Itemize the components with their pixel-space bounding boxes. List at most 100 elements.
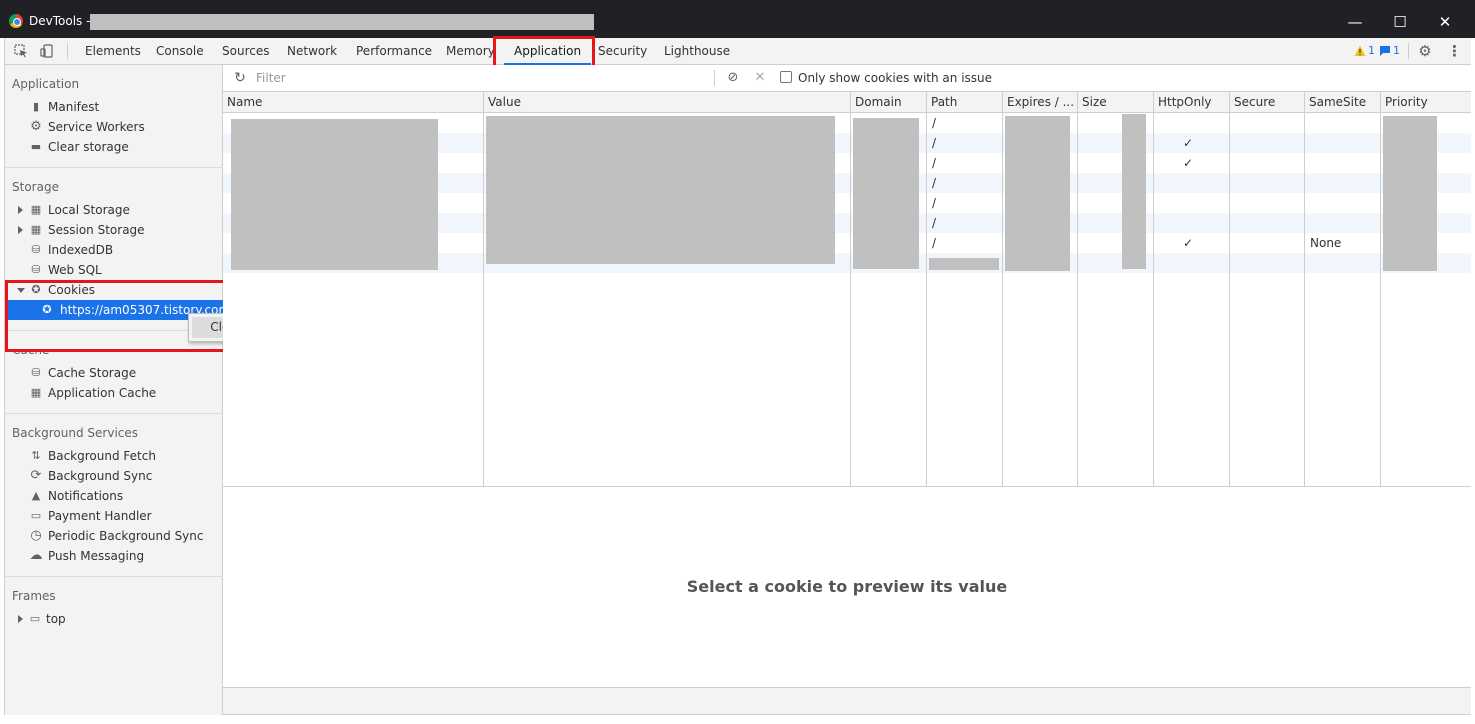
tab-lighthouse[interactable]: Lighthouse: [654, 38, 740, 65]
sidebar-item-web-sql[interactable]: ⛁ Web SQL: [5, 260, 223, 280]
window-title: DevTools -: [29, 14, 91, 28]
column-header-domain[interactable]: Domain: [851, 92, 927, 113]
column-header-secure[interactable]: Secure: [1230, 92, 1305, 113]
expand-arrow-icon[interactable]: [18, 615, 23, 623]
sidebar-item-cookies[interactable]: ✪ Cookies: [5, 280, 223, 300]
grid-icon: ▦: [30, 203, 42, 216]
cell-samesite: [1305, 193, 1310, 213]
sidebar-item-background-fetch[interactable]: ⇅ Background Fetch: [5, 446, 223, 466]
column-header-path[interactable]: Path: [927, 92, 1003, 113]
cell-samesite: None: [1310, 236, 1342, 250]
tab-security[interactable]: Security: [588, 38, 657, 65]
section-storage: Storage: [12, 180, 59, 194]
grid-icon: ▦: [30, 223, 42, 236]
column-divider: [1002, 113, 1003, 486]
grid-icon: ▦: [30, 386, 42, 399]
sidebar-item-notifications[interactable]: ▲ Notifications: [5, 486, 223, 506]
only-issues-checkbox[interactable]: [780, 71, 792, 83]
sidebar-item-session-storage[interactable]: ▦ Session Storage: [5, 220, 223, 240]
tab-sources[interactable]: Sources: [212, 38, 279, 65]
cell-path: /: [932, 176, 937, 190]
cell-httponly: ✓: [1183, 136, 1194, 150]
trash-icon: ▬: [30, 140, 42, 153]
clock-icon: ◷: [30, 528, 42, 543]
maximize-button[interactable]: ☐: [1377, 8, 1423, 36]
sidebar: Application ▮ Manifest ⚙ Service Workers…: [5, 65, 230, 715]
document-icon: ▮: [32, 100, 40, 113]
tab-memory[interactable]: Memory: [436, 38, 505, 65]
filter-separator: [714, 70, 715, 86]
sidebar-item-application-cache[interactable]: ▦ Application Cache: [5, 383, 223, 403]
redacted-name-column: [231, 119, 438, 270]
column-header-samesite[interactable]: SameSite: [1305, 92, 1381, 113]
cell-samesite: [1305, 213, 1310, 233]
column-header-expires[interactable]: Expires / ...: [1003, 92, 1078, 113]
database-icon: ⛁: [31, 243, 41, 256]
section-frames: Frames: [12, 589, 56, 603]
sidebar-item-clear-storage[interactable]: ▬ Clear storage: [5, 137, 223, 157]
toolbar-separator-right: [1408, 43, 1409, 59]
up-down-arrows-icon: ⇅: [31, 449, 41, 462]
sync-icon: ⟳: [30, 468, 42, 483]
redacted-domain-column: [853, 118, 919, 269]
sidebar-item-indexeddb[interactable]: ⛁ IndexedDB: [5, 240, 223, 260]
expand-arrow-icon[interactable]: [18, 226, 23, 234]
cell-samesite: [1305, 133, 1310, 153]
sidebar-item-cache-storage[interactable]: ⛁ Cache Storage: [5, 363, 223, 383]
tab-performance[interactable]: Performance: [346, 38, 442, 65]
column-header-size[interactable]: Size: [1078, 92, 1154, 113]
sidebar-item-payment-handler[interactable]: ▭ Payment Handler: [5, 506, 223, 526]
cell-httponly: [1178, 193, 1183, 213]
message-icon[interactable]: [1379, 45, 1391, 57]
column-header-name[interactable]: Name: [223, 92, 484, 113]
tab-network[interactable]: Network: [277, 38, 347, 65]
tab-application[interactable]: Application: [504, 38, 592, 65]
minimize-button[interactable]: —: [1332, 8, 1378, 36]
sidebar-item-frame-top[interactable]: ▭ top: [5, 609, 223, 629]
cell-httponly: [1178, 173, 1183, 193]
sidebar-item-service-workers[interactable]: ⚙ Service Workers: [5, 117, 223, 137]
settings-gear-icon[interactable]: ⚙: [1418, 44, 1432, 59]
sidebar-item-local-storage[interactable]: ▦ Local Storage: [5, 200, 223, 220]
sidebar-item-manifest[interactable]: ▮ Manifest: [5, 97, 223, 117]
cookie-icon: ✪: [42, 303, 52, 316]
more-options-icon[interactable]: ⋮: [1447, 44, 1462, 59]
inspect-element-icon[interactable]: [14, 44, 28, 58]
cell-httponly: [1178, 253, 1183, 273]
column-divider: [1229, 113, 1230, 486]
device-toolbar-icon[interactable]: [40, 44, 54, 58]
tab-elements[interactable]: Elements: [75, 38, 151, 65]
collapse-arrow-icon[interactable]: [17, 288, 25, 293]
cookie-preview-pane: Select a cookie to preview its value: [223, 487, 1471, 687]
preview-empty-message: Select a cookie to preview its value: [686, 577, 1008, 596]
section-application: Application: [12, 77, 80, 91]
cell-path: /: [932, 116, 937, 130]
chrome-logo-icon: [9, 14, 23, 28]
cell-samesite: [1305, 153, 1310, 173]
expand-arrow-icon[interactable]: [18, 206, 23, 214]
bell-icon: ▲: [31, 489, 41, 502]
column-header-httponly[interactable]: HttpOnly: [1154, 92, 1230, 113]
redacted-title: [90, 14, 594, 30]
filter-input[interactable]: [256, 68, 708, 88]
sidebar-divider: [5, 576, 223, 577]
cell-samesite: [1305, 253, 1310, 273]
delete-selected-icon[interactable]: ✕: [753, 71, 767, 85]
column-header-value[interactable]: Value: [484, 92, 851, 113]
close-window-button[interactable]: ✕: [1422, 8, 1468, 36]
column-header-priority[interactable]: Priority: [1381, 92, 1471, 113]
refresh-icon[interactable]: ↻: [233, 71, 247, 85]
column-divider: [850, 113, 851, 486]
window-titlebar: DevTools - — ☐ ✕: [0, 0, 1475, 38]
sidebar-item-periodic-background-sync[interactable]: ◷ Periodic Background Sync: [5, 526, 223, 546]
sidebar-item-push-messaging[interactable]: ☁ Push Messaging: [5, 546, 223, 566]
redacted-value-column: [486, 116, 835, 264]
redacted-path-cell: [929, 258, 999, 270]
sidebar-item-background-sync[interactable]: ⟳ Background Sync: [5, 466, 223, 486]
database-icon: ⛁: [31, 263, 41, 276]
clear-all-icon[interactable]: ⊘: [726, 71, 740, 85]
cell-httponly: ✓: [1183, 156, 1194, 170]
warning-icon[interactable]: [1354, 45, 1366, 57]
tab-console[interactable]: Console: [146, 38, 214, 65]
cell-httponly: ✓: [1183, 236, 1194, 250]
